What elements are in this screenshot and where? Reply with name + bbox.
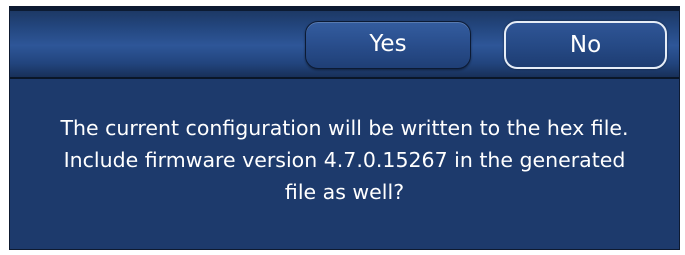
- dialog-button-bar: Yes No: [10, 7, 679, 79]
- message-line-2: Include firmware version 4.7.0.15267 in …: [63, 148, 626, 172]
- confirmation-dialog: Yes No The current configuration will be…: [9, 6, 680, 250]
- message-line-1: The current configuration will be writte…: [60, 116, 629, 140]
- yes-button[interactable]: Yes: [305, 21, 471, 69]
- dialog-message: The current configuration will be writte…: [10, 112, 679, 208]
- message-line-3: file as well?: [284, 180, 405, 204]
- no-button[interactable]: No: [504, 21, 667, 69]
